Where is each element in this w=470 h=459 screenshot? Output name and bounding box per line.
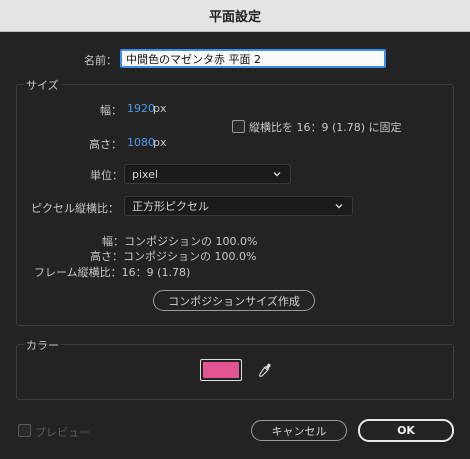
color-swatch[interactable] bbox=[200, 359, 242, 381]
cancel-button[interactable]: キャンセル bbox=[251, 420, 347, 441]
color-group-title: カラー bbox=[24, 337, 61, 353]
height-value[interactable]: 1080 bbox=[127, 136, 155, 149]
lock-aspect-label: 縦横比を 16：9 (1.78) に固定 bbox=[249, 121, 402, 134]
height-label: 高さ： bbox=[89, 138, 122, 151]
color-swatch-fill bbox=[203, 362, 239, 378]
eyedropper-icon[interactable] bbox=[254, 359, 276, 381]
ok-button[interactable]: OK bbox=[358, 419, 454, 442]
chevron-down-icon bbox=[335, 204, 343, 209]
pixel-aspect-select-value: 正方形ピクセル bbox=[132, 200, 209, 213]
width-unit: px bbox=[153, 102, 167, 115]
pixel-aspect-label: ピクセル縦横比： bbox=[31, 202, 119, 215]
dialog-title-bar: 平面設定 bbox=[0, 0, 470, 32]
name-label: 名前： bbox=[84, 54, 117, 67]
size-group-title: サイズ bbox=[24, 77, 61, 93]
chevron-down-icon bbox=[273, 172, 281, 177]
pixel-aspect-select[interactable]: 正方形ピクセル bbox=[124, 196, 353, 216]
info-height: 高さ：コンポジションの 100.0% bbox=[90, 250, 257, 263]
info-width: 幅：コンポジションの 100.0% bbox=[102, 235, 258, 248]
lock-aspect-checkbox[interactable] bbox=[232, 120, 245, 133]
height-unit: px bbox=[153, 136, 167, 149]
name-input[interactable] bbox=[120, 49, 386, 68]
dialog-title: 平面設定 bbox=[208, 10, 261, 25]
units-select[interactable]: pixel bbox=[124, 164, 291, 184]
info-frame-aspect: フレーム縦横比：16：9 (1.78) bbox=[34, 266, 191, 279]
units-label: 単位： bbox=[90, 169, 123, 182]
width-label: 幅： bbox=[100, 104, 122, 117]
preview-label: プレビュー bbox=[35, 426, 90, 439]
units-select-value: pixel bbox=[132, 167, 159, 181]
eyedropper-glyph bbox=[258, 363, 271, 378]
width-value[interactable]: 1920 bbox=[127, 102, 155, 115]
preview-checkbox[interactable] bbox=[18, 424, 31, 437]
make-comp-size-button[interactable]: コンポジションサイズ作成 bbox=[153, 290, 315, 311]
